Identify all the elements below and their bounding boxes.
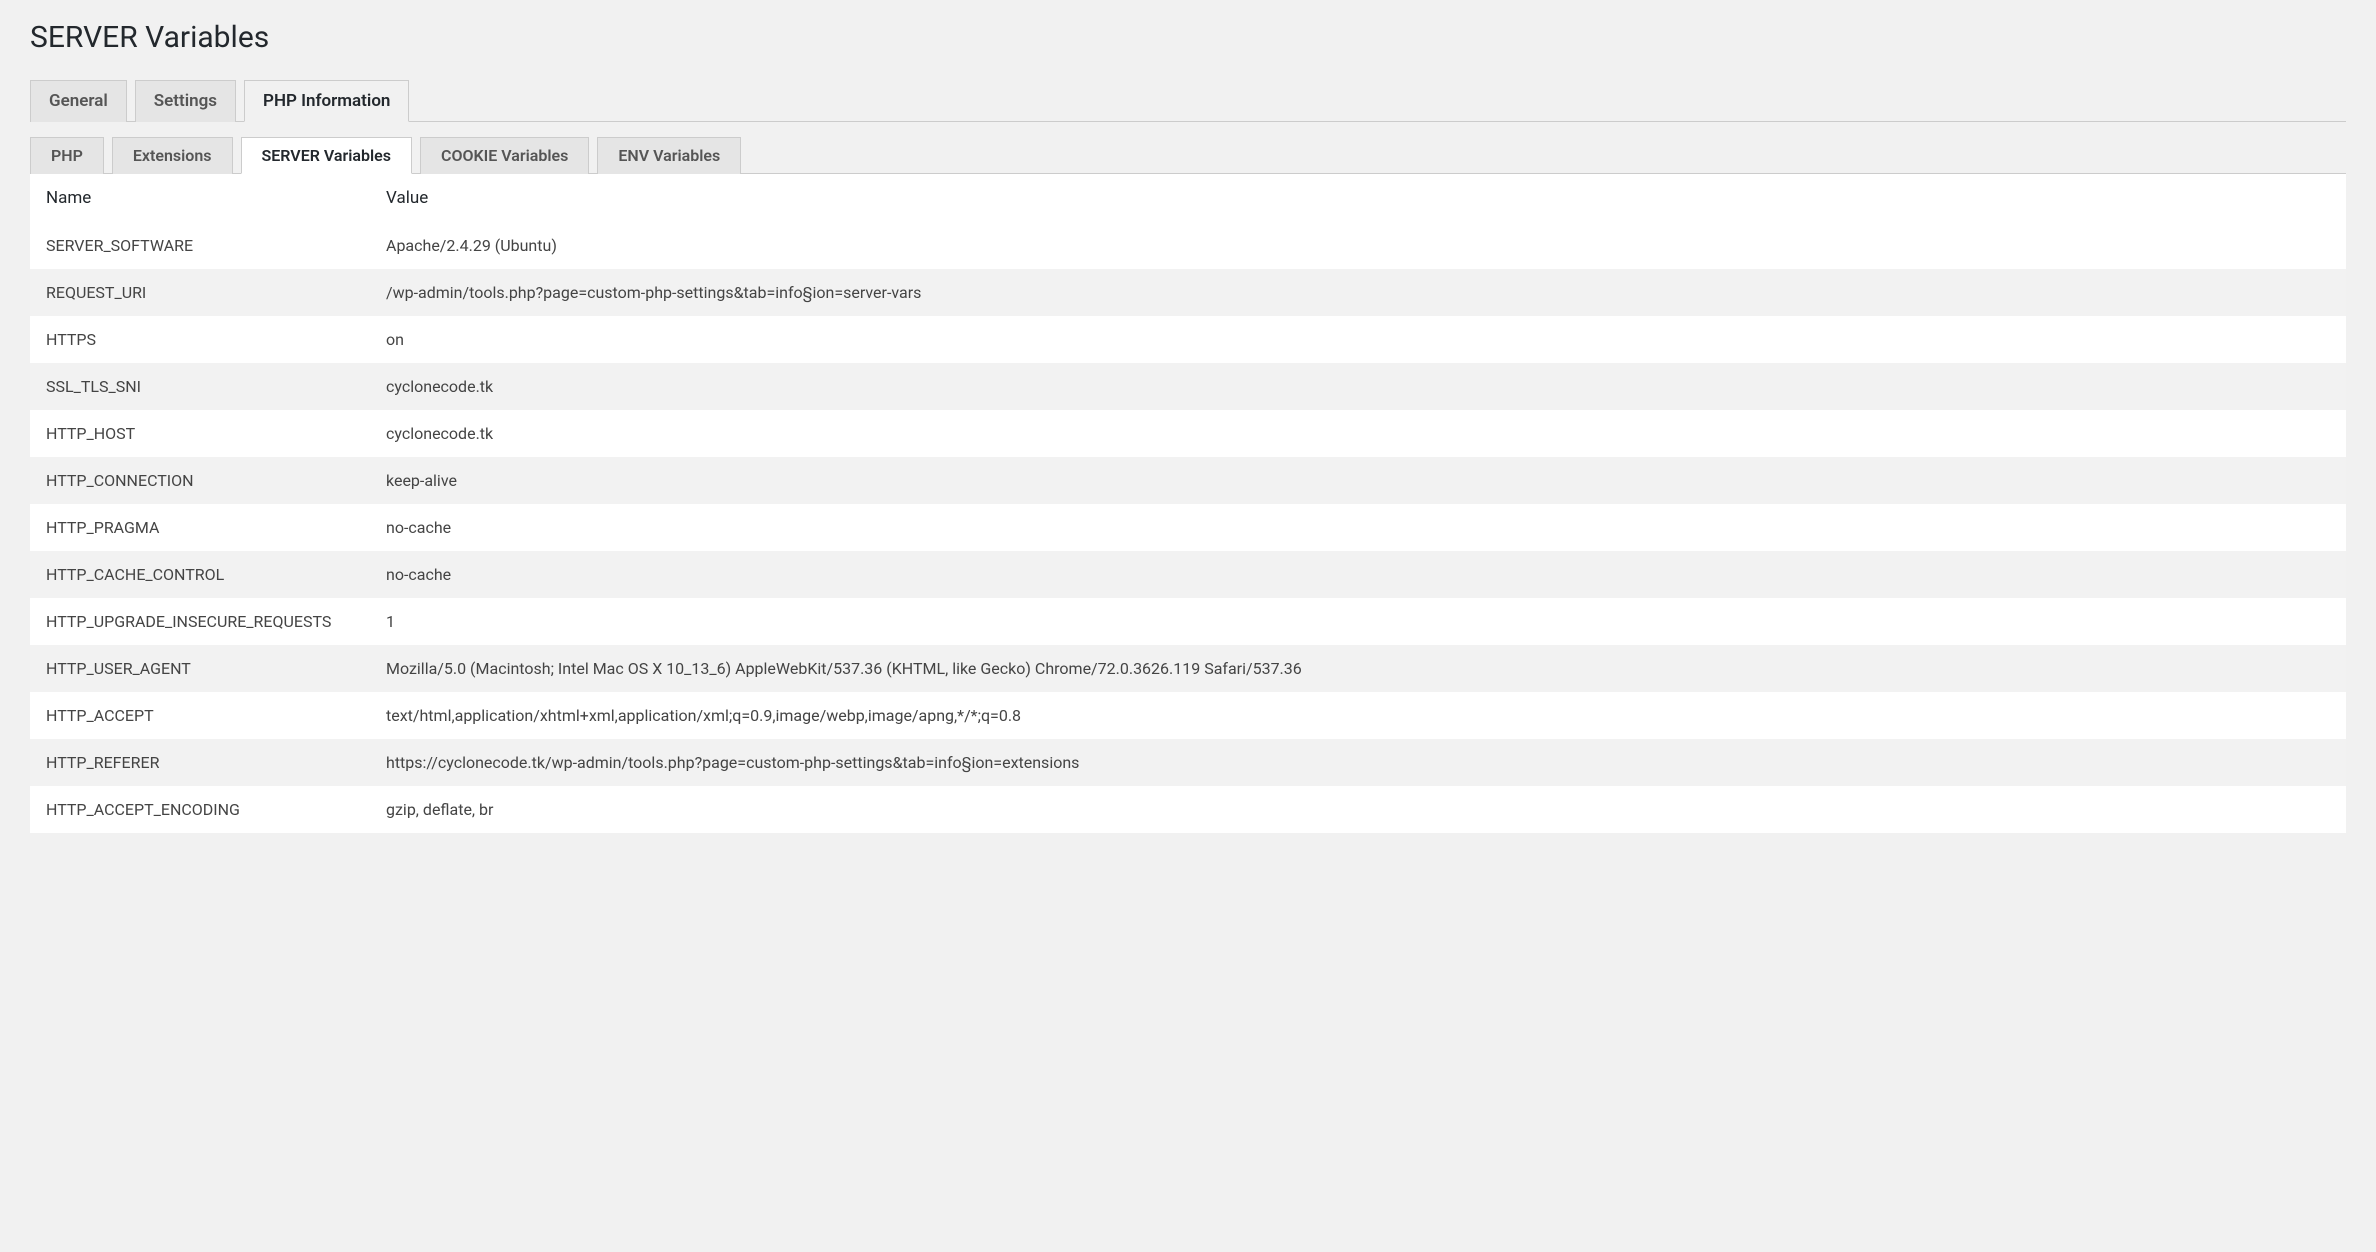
subtab-php[interactable]: PHP [30, 137, 104, 174]
subtab-cookie-variables[interactable]: COOKIE Variables [420, 137, 589, 174]
table-row: HTTP_CONNECTIONkeep-alive [30, 457, 2346, 504]
var-name: SERVER_SOFTWARE [30, 222, 370, 269]
tab-general[interactable]: General [30, 80, 127, 122]
table-row: HTTP_ACCEPT_ENCODINGgzip, deflate, br [30, 786, 2346, 833]
var-name: HTTP_PRAGMA [30, 504, 370, 551]
var-value: Apache/2.4.29 (Ubuntu) [370, 222, 2346, 269]
subtab-server-variables[interactable]: SERVER Variables [241, 137, 412, 174]
sub-tabs: PHP Extensions SERVER Variables COOKIE V… [30, 136, 2346, 174]
var-name: REQUEST_URI [30, 269, 370, 316]
table-row: HTTP_CACHE_CONTROLno-cache [30, 551, 2346, 598]
table-row: SSL_TLS_SNIcyclonecode.tk [30, 363, 2346, 410]
var-value: cyclonecode.tk [370, 410, 2346, 457]
var-name: HTTP_HOST [30, 410, 370, 457]
table-header-name: Name [30, 174, 370, 222]
var-name: HTTP_CACHE_CONTROL [30, 551, 370, 598]
subtab-env-variables[interactable]: ENV Variables [597, 137, 741, 174]
var-name: HTTP_UPGRADE_INSECURE_REQUESTS [30, 598, 370, 645]
main-tabs: General Settings PHP Information [30, 79, 2346, 122]
var-name: HTTP_ACCEPT [30, 692, 370, 739]
var-value: /wp-admin/tools.php?page=custom-php-sett… [370, 269, 2346, 316]
var-value: gzip, deflate, br [370, 786, 2346, 833]
var-value: Mozilla/5.0 (Macintosh; Intel Mac OS X 1… [370, 645, 2346, 692]
var-name: HTTP_ACCEPT_ENCODING [30, 786, 370, 833]
table-row: SERVER_SOFTWAREApache/2.4.29 (Ubuntu) [30, 222, 2346, 269]
var-name: HTTP_USER_AGENT [30, 645, 370, 692]
var-value: on [370, 316, 2346, 363]
table-row: REQUEST_URI/wp-admin/tools.php?page=cust… [30, 269, 2346, 316]
var-value: no-cache [370, 504, 2346, 551]
var-value: cyclonecode.tk [370, 363, 2346, 410]
table-header-value: Value [370, 174, 2346, 222]
var-name: HTTPS [30, 316, 370, 363]
table-row: HTTP_USER_AGENTMozilla/5.0 (Macintosh; I… [30, 645, 2346, 692]
tab-php-information[interactable]: PHP Information [244, 80, 409, 122]
server-variables-table: Name Value SERVER_SOFTWAREApache/2.4.29 … [30, 174, 2346, 833]
tab-settings[interactable]: Settings [135, 80, 236, 122]
var-value: no-cache [370, 551, 2346, 598]
table-row: HTTP_ACCEPTtext/html,application/xhtml+x… [30, 692, 2346, 739]
var-value: text/html,application/xhtml+xml,applicat… [370, 692, 2346, 739]
var-value: https://cyclonecode.tk/wp-admin/tools.ph… [370, 739, 2346, 786]
var-name: HTTP_REFERER [30, 739, 370, 786]
subtab-extensions[interactable]: Extensions [112, 137, 233, 174]
var-value: 1 [370, 598, 2346, 645]
var-name: HTTP_CONNECTION [30, 457, 370, 504]
table-row: HTTPSon [30, 316, 2346, 363]
table-row: HTTP_UPGRADE_INSECURE_REQUESTS1 [30, 598, 2346, 645]
var-value: keep-alive [370, 457, 2346, 504]
table-row: HTTP_REFERERhttps://cyclonecode.tk/wp-ad… [30, 739, 2346, 786]
page-title: SERVER Variables [30, 20, 2346, 55]
var-name: SSL_TLS_SNI [30, 363, 370, 410]
table-row: HTTP_HOSTcyclonecode.tk [30, 410, 2346, 457]
table-row: HTTP_PRAGMAno-cache [30, 504, 2346, 551]
